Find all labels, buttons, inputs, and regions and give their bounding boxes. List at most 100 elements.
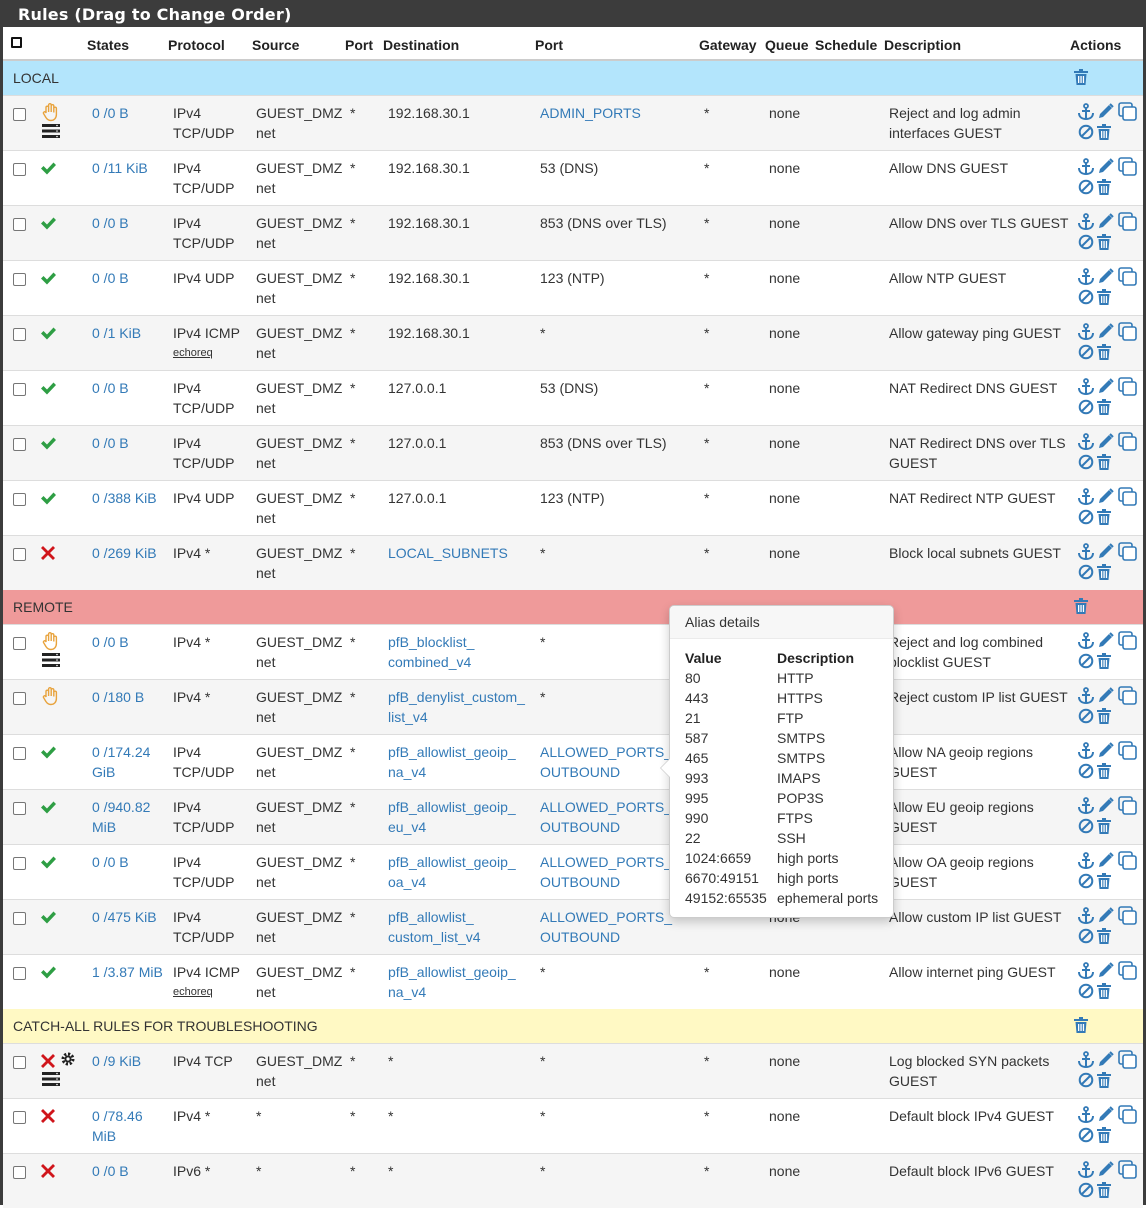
table-row[interactable]: 0 /388 KiB IPv4 UDP GUEST_DMZ net * 127.0.0.…	[3, 480, 1143, 535]
table-row[interactable]: 0 /940.82 MiB IPv4 TCP/UDP GUEST_DMZ net * p…	[3, 789, 1143, 844]
separator-remote[interactable]: REMOTE	[3, 590, 1143, 624]
rule-checkbox[interactable]	[13, 637, 26, 650]
rule-checkbox[interactable]	[13, 108, 26, 121]
states-link[interactable]: 0 /0 B	[92, 433, 164, 453]
states-link[interactable]: 0 /0 B	[92, 268, 164, 288]
destination-cell[interactable]: pfB_allowlist_geoip_ eu_v4	[388, 797, 528, 837]
edit-pencil-icon[interactable]	[1098, 323, 1114, 339]
states-link[interactable]: 0 /174.24 GiB	[92, 742, 164, 782]
disable-ban-icon[interactable]	[1078, 509, 1094, 525]
delete-separator-icon[interactable]	[1074, 598, 1088, 617]
anchor-icon[interactable]	[1077, 378, 1095, 396]
anchor-icon[interactable]	[1077, 433, 1095, 451]
disable-ban-icon[interactable]	[1078, 763, 1094, 779]
copy-icon[interactable]	[1118, 1050, 1138, 1070]
disable-ban-icon[interactable]	[1078, 179, 1094, 195]
copy-icon[interactable]	[1118, 542, 1138, 562]
copy-icon[interactable]	[1118, 1160, 1138, 1180]
disable-ban-icon[interactable]	[1078, 289, 1094, 305]
rule-checkbox[interactable]	[13, 328, 26, 341]
anchor-icon[interactable]	[1077, 687, 1095, 705]
copy-icon[interactable]	[1118, 432, 1138, 452]
table-row[interactable]: 0 /9 KiB IPv4 TCP GUEST_DMZ net * * * * none Log…	[3, 1043, 1143, 1098]
destination-cell[interactable]: pfB_denylist_custom_ list_v4	[388, 687, 528, 727]
disable-ban-icon[interactable]	[1078, 234, 1094, 250]
destination-port-cell[interactable]: ADMIN_PORTS	[540, 103, 668, 123]
select-all-checkbox[interactable]	[11, 37, 22, 48]
copy-icon[interactable]	[1118, 686, 1138, 706]
rule-checkbox[interactable]	[13, 493, 26, 506]
edit-pencil-icon[interactable]	[1098, 158, 1114, 174]
rule-checkbox[interactable]	[13, 383, 26, 396]
copy-icon[interactable]	[1118, 796, 1138, 816]
disable-ban-icon[interactable]	[1078, 708, 1094, 724]
delete-separator-icon[interactable]	[1074, 69, 1088, 88]
table-row[interactable]: 0 /0 B IPv6 * * * * * * none Default block IPv6 …	[3, 1153, 1143, 1208]
rule-checkbox[interactable]	[13, 548, 26, 561]
destination-port-cell[interactable]: ALLOWED_PORTS_ OUTBOUND	[540, 852, 672, 892]
disable-ban-icon[interactable]	[1078, 1182, 1094, 1198]
anchor-icon[interactable]	[1077, 103, 1095, 121]
copy-icon[interactable]	[1118, 322, 1138, 342]
anchor-icon[interactable]	[1077, 852, 1095, 870]
destination-port-cell[interactable]: ALLOWED_PORTS_ OUTBOUND	[540, 742, 672, 782]
table-row[interactable]: 0 /78.46 MiB IPv4 * * * * * * none Default block…	[3, 1098, 1143, 1153]
table-row[interactable]: 0 /0 B IPv4 TCP/UDP GUEST_DMZ net * 192.168.…	[3, 205, 1143, 260]
anchor-icon[interactable]	[1077, 907, 1095, 925]
rule-checkbox[interactable]	[13, 1056, 26, 1069]
anchor-icon[interactable]	[1077, 962, 1095, 980]
table-row[interactable]: 0 /0 B IPv4 UDP GUEST_DMZ net * 192.168.30.1…	[3, 260, 1143, 315]
states-link[interactable]: 0 /0 B	[92, 1161, 164, 1181]
rule-checkbox[interactable]	[13, 912, 26, 925]
copy-icon[interactable]	[1118, 212, 1138, 232]
states-link[interactable]: 0 /9 KiB	[92, 1051, 164, 1071]
edit-pencil-icon[interactable]	[1098, 488, 1114, 504]
copy-icon[interactable]	[1118, 267, 1138, 287]
edit-pencil-icon[interactable]	[1098, 378, 1114, 394]
states-link[interactable]: 0 /269 KiB	[92, 543, 164, 563]
table-row[interactable]: 0 /11 KiB IPv4 TCP/UDP GUEST_DMZ net * 192.1…	[3, 150, 1143, 205]
copy-icon[interactable]	[1118, 741, 1138, 761]
edit-pencil-icon[interactable]	[1098, 213, 1114, 229]
anchor-icon[interactable]	[1077, 742, 1095, 760]
disable-ban-icon[interactable]	[1078, 454, 1094, 470]
edit-pencil-icon[interactable]	[1098, 687, 1114, 703]
states-link[interactable]: 0 /78.46 MiB	[92, 1106, 164, 1146]
separator-local[interactable]: LOCAL	[3, 61, 1143, 95]
table-row[interactable]: 0 /174.24 GiB IPv4 TCP/UDP GUEST_DMZ net * p…	[3, 734, 1143, 789]
destination-port-cell[interactable]: ALLOWED_PORTS_ OUTBOUND	[540, 797, 672, 837]
disable-ban-icon[interactable]	[1078, 928, 1094, 944]
edit-pencil-icon[interactable]	[1098, 907, 1114, 923]
states-link[interactable]: 0 /0 B	[92, 852, 164, 872]
copy-icon[interactable]	[1118, 851, 1138, 871]
states-link[interactable]: 0 /388 KiB	[92, 488, 164, 508]
destination-cell[interactable]: pfB_allowlist_ custom_list_v4	[388, 907, 528, 947]
table-row[interactable]: 0 /0 B IPv4 TCP/UDP GUEST_DMZ net * pfB_allo…	[3, 844, 1143, 899]
states-link[interactable]: 0 /180 B	[92, 687, 164, 707]
rule-checkbox[interactable]	[13, 438, 26, 451]
states-link[interactable]: 0 /0 B	[92, 213, 164, 233]
edit-pencil-icon[interactable]	[1098, 1051, 1114, 1067]
copy-icon[interactable]	[1118, 1105, 1138, 1125]
table-row[interactable]: 0 /180 B IPv4 * GUEST_DMZ net * pfB_denylist…	[3, 679, 1143, 734]
edit-pencil-icon[interactable]	[1098, 543, 1114, 559]
disable-ban-icon[interactable]	[1078, 124, 1094, 140]
edit-pencil-icon[interactable]	[1098, 103, 1114, 119]
table-row[interactable]: 0 /0 B IPv4 * GUEST_DMZ net * pfB_blocklist_…	[3, 624, 1143, 679]
table-row[interactable]: 0 /269 KiB IPv4 * GUEST_DMZ net * LOCAL_SUBN…	[3, 535, 1143, 590]
anchor-icon[interactable]	[1077, 213, 1095, 231]
states-link[interactable]: 0 /1 KiB	[92, 323, 164, 343]
table-row[interactable]: 0 /475 KiB IPv4 TCP/UDP GUEST_DMZ net * pfB_…	[3, 899, 1143, 954]
anchor-icon[interactable]	[1077, 543, 1095, 561]
disable-ban-icon[interactable]	[1078, 1072, 1094, 1088]
edit-pencil-icon[interactable]	[1098, 852, 1114, 868]
disable-ban-icon[interactable]	[1078, 564, 1094, 580]
rule-checkbox[interactable]	[13, 218, 26, 231]
anchor-icon[interactable]	[1077, 268, 1095, 286]
rule-checkbox[interactable]	[13, 1166, 26, 1179]
rule-checkbox[interactable]	[13, 967, 26, 980]
copy-icon[interactable]	[1118, 906, 1138, 926]
edit-pencil-icon[interactable]	[1098, 433, 1114, 449]
states-link[interactable]: 1 /3.87 MiB	[92, 962, 164, 982]
destination-cell[interactable]: pfB_allowlist_geoip_ na_v4	[388, 742, 528, 782]
